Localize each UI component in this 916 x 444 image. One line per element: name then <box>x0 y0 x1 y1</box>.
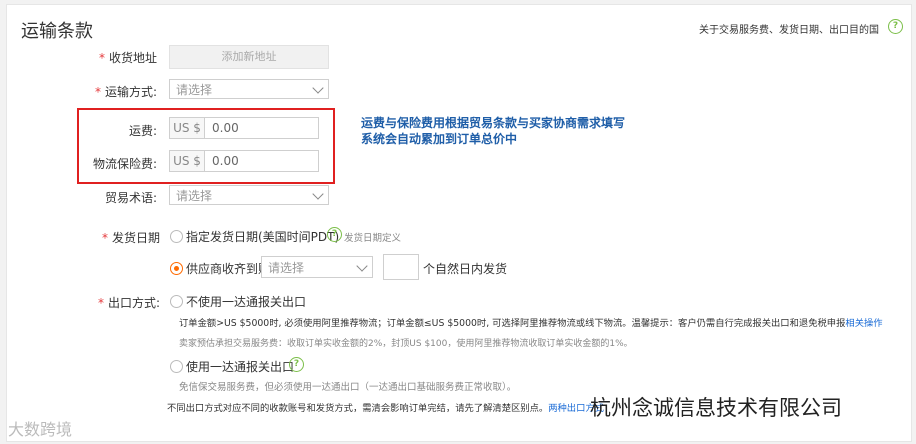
chevron-down-icon <box>312 188 324 200</box>
export-no-onetouch-label[interactable]: 不使用一达通报关出口 <box>186 293 306 310</box>
export-onetouch-radio[interactable] <box>170 360 183 373</box>
export-no-onetouch-radio[interactable] <box>170 295 183 308</box>
trade-term-label: 贸易术语: <box>104 191 157 205</box>
related-operations-link[interactable]: 相关操作 <box>845 318 882 329</box>
trade-term-select[interactable]: 请选择 <box>169 185 329 205</box>
freight-label: 运费: <box>128 124 157 138</box>
question-icon[interactable]: ? <box>289 357 304 372</box>
shipping-method-select[interactable]: 请选择 <box>169 79 329 99</box>
help-question-icon[interactable]: ? <box>888 19 903 34</box>
address-label: * 收货地址 <box>98 51 157 65</box>
currency-prefix: US $ <box>170 118 205 138</box>
ship-date-definition-link[interactable]: 发货日期定义 <box>344 230 401 244</box>
add-address-button[interactable]: 添加新地址 <box>169 45 329 69</box>
ship-days-suffix: 个自然日内发货 <box>423 262 508 276</box>
ship-date-specific-radio[interactable] <box>170 230 183 243</box>
ship-days-input[interactable] <box>383 254 419 280</box>
ship-date-specific-label[interactable]: 指定发货日期(美国时间PDT) <box>186 228 339 245</box>
shipping-method-label: * 运输方式: <box>94 85 157 99</box>
ship-date-after-payment-label[interactable]: 供应商收齐到账 <box>186 260 270 277</box>
ship-days-select[interactable]: 请选择 <box>261 256 373 278</box>
ship-date-label: * 发货日期 <box>101 231 160 245</box>
page-title: 运输条款 <box>21 21 93 42</box>
export-method-label: * 出口方式: <box>97 296 160 310</box>
export-option1-description: 订单金额>US $5000时, 必须使用阿里推荐物流；订单金额≤US $5000… <box>179 318 883 329</box>
watermark-left: 大数跨境 <box>8 420 73 439</box>
export-option1-fee-note: 卖家预估承担交易服务费：收取订单实收金额的2%，封顶US $100，使用阿里推荐… <box>179 339 633 349</box>
help-link[interactable]: 关于交易服务费、发货日期、出口目的国 <box>699 21 879 36</box>
question-icon[interactable]: ? <box>327 227 342 242</box>
chevron-down-icon <box>356 260 368 272</box>
chevron-down-icon <box>312 82 324 94</box>
insurance-input[interactable]: US $ 0.00 <box>169 150 319 172</box>
fee-callout-note: 运费与保险费用根据贸易条款与买家协商需求填写 系统会自动累加到订单总价中 <box>361 116 626 146</box>
currency-prefix: US $ <box>170 151 205 171</box>
watermark-right: 杭州念诚信息技术有限公司 <box>590 396 842 420</box>
export-onetouch-label[interactable]: 使用一达通报关出口 <box>186 358 294 375</box>
shipping-terms-panel: 运输条款 关于交易服务费、发货日期、出口目的国 ? * 收货地址 添加新地址 * 运… <box>6 4 912 442</box>
insurance-label: 物流保险费: <box>92 157 157 171</box>
freight-input[interactable]: US $ 0.00 <box>169 117 319 139</box>
export-option2-description: 免信保交易服务费，但必须使用一达通出口（一达通出口基础服务费正常收取）。 <box>179 382 517 393</box>
export-footer-note: 不同出口方式对应不同的收款账号和发货方式，需清会影响订单完结，请先了解清楚区别点… <box>167 403 604 414</box>
ship-date-after-payment-radio[interactable] <box>170 262 183 275</box>
